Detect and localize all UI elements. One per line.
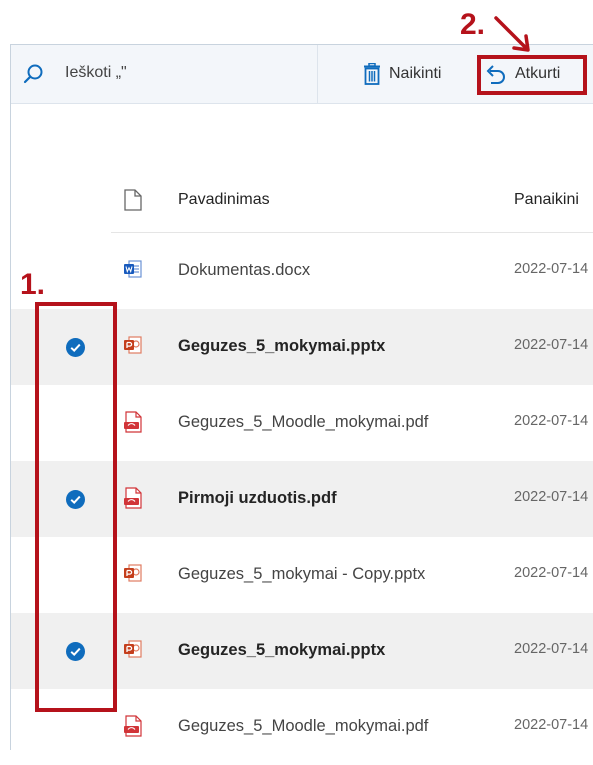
file-deleted-date: 2022-07-14	[514, 565, 589, 581]
pdf-file-icon	[123, 487, 143, 509]
file-name[interactable]: Geguzes_5_mokymai.pptx	[178, 337, 385, 356]
column-header-name[interactable]: Pavadinimas	[178, 191, 270, 209]
file-name[interactable]: Geguzes_5_Moodle_mokymai.pdf	[178, 413, 428, 432]
file-deleted-date: 2022-07-14	[514, 413, 589, 429]
table-row[interactable]: Dokumentas.docx 2022-07-14	[11, 233, 593, 309]
trash-icon	[363, 63, 381, 85]
file-name[interactable]: Geguzes_5_Moodle_mokymai.pdf	[178, 717, 428, 736]
file-deleted-date: 2022-07-14	[514, 261, 589, 277]
file-deleted-date: 2022-07-14	[514, 641, 589, 657]
file-name[interactable]: Pirmoji uzduotis.pdf	[178, 489, 337, 508]
annotation-step-2: 2.	[460, 8, 486, 41]
pdf-file-icon	[123, 411, 143, 433]
file-type-header-icon	[123, 189, 143, 211]
file-deleted-date: 2022-07-14	[514, 717, 589, 733]
file-name[interactable]: Geguzes_5_mokymai - Copy.pptx	[178, 565, 425, 584]
annotation-step-1: 1.	[20, 268, 46, 301]
list-header: Pavadinimas Panaikini	[11, 165, 593, 233]
annotation-arrow-icon	[492, 14, 536, 63]
file-deleted-date: 2022-07-14	[514, 337, 589, 353]
powerpoint-file-icon	[123, 639, 143, 661]
file-deleted-date: 2022-07-14	[514, 489, 589, 505]
delete-button-label: Naikinti	[389, 65, 442, 82]
file-name[interactable]: Dokumentas.docx	[178, 261, 310, 280]
column-header-deleted[interactable]: Panaikini	[514, 191, 593, 209]
word-file-icon	[123, 259, 143, 281]
search-icon	[23, 63, 45, 90]
delete-button[interactable]: Naikinti	[363, 45, 441, 103]
search-input[interactable]: Ieškoti „"	[65, 64, 127, 82]
powerpoint-file-icon	[123, 335, 143, 357]
search-box[interactable]: Ieškoti „"	[11, 45, 318, 103]
pdf-file-icon	[123, 715, 143, 737]
annotation-box-checkboxes	[35, 302, 117, 712]
powerpoint-file-icon	[123, 563, 143, 585]
file-name[interactable]: Geguzes_5_mokymai.pptx	[178, 641, 385, 660]
